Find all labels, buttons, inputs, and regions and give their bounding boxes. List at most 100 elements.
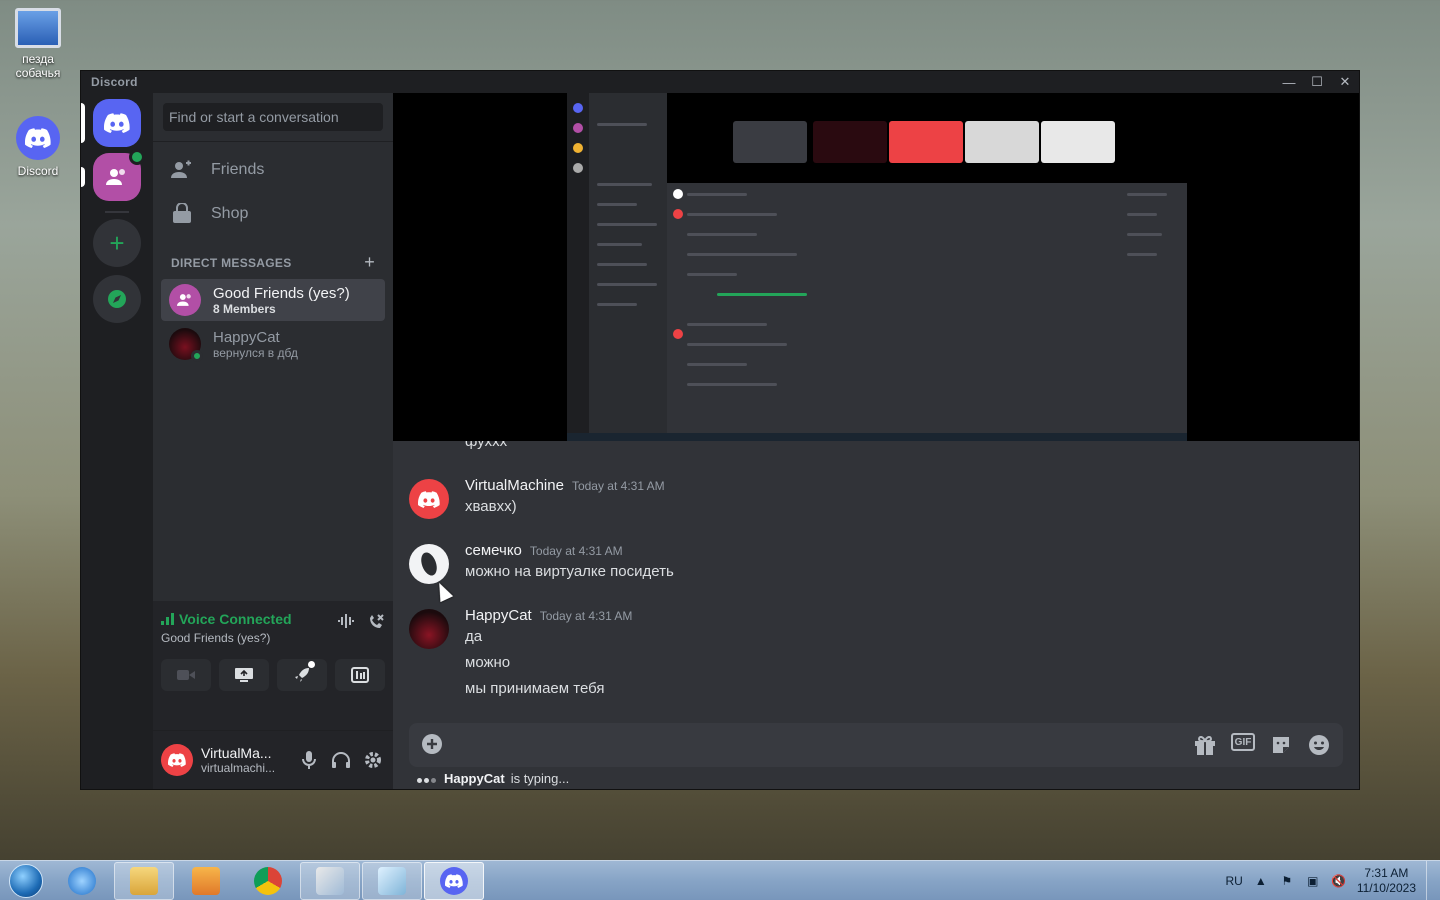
nav-friends[interactable]: Friends	[153, 148, 393, 192]
sticker-icon[interactable]	[1269, 733, 1293, 757]
activity-button[interactable]	[277, 659, 327, 691]
group-icon	[106, 169, 125, 185]
stream-mini-tiles	[667, 93, 1187, 183]
folder-icon	[130, 866, 158, 895]
compass-icon	[108, 290, 126, 308]
scrollbar[interactable]	[1347, 681, 1355, 713]
avatar[interactable]	[409, 479, 449, 519]
volume-muted-icon[interactable]: 🔇	[1331, 873, 1347, 889]
group-dm-good-friends[interactable]	[93, 149, 145, 201]
headphones-icon[interactable]	[329, 748, 353, 772]
show-desktop-button[interactable]	[1426, 860, 1440, 900]
voice-connection-panel: Voice Connected Good Friends (yes?)	[153, 601, 393, 731]
show-hidden-icons-icon[interactable]: ▲	[1253, 873, 1269, 889]
friends-icon	[171, 160, 191, 178]
search-conversation-button[interactable]: Find or start a conversation	[163, 103, 383, 131]
monitor-icon	[15, 8, 61, 48]
stream-mini-taskbar	[567, 433, 1187, 441]
signal-icon	[161, 613, 174, 625]
voice-status-label: Voice Connected	[179, 611, 292, 627]
language-indicator[interactable]: RU	[1225, 874, 1242, 888]
explore-servers-button[interactable]	[93, 275, 141, 323]
maximize-button[interactable]: ☐	[1303, 71, 1331, 93]
camera-button[interactable]	[161, 659, 211, 691]
message-text: можно	[465, 654, 511, 671]
start-button[interactable]	[0, 861, 52, 900]
screen-share-button[interactable]	[219, 659, 269, 691]
action-center-flag-icon[interactable]: ⚑	[1279, 873, 1295, 889]
taskbar-chrome[interactable]	[238, 862, 298, 900]
server-rail: +	[81, 93, 153, 789]
dm-item-happycat[interactable]: HappyCat вернулся в дбд	[161, 323, 385, 365]
typing-user: HappyCat	[444, 771, 505, 786]
taskbar: RU ▲ ⚑ ▣ 🔇 7:31 AM 11/10/2023	[0, 860, 1440, 900]
message-composer: GIF	[409, 723, 1343, 767]
dm-item-good-friends[interactable]: Good Friends (yes?) 8 Members	[161, 279, 385, 321]
avatar	[169, 328, 203, 362]
user-username: virtualmachi...	[201, 761, 276, 775]
dm-section-header: DIRECT MESSAGES +	[153, 236, 393, 279]
avatar[interactable]	[409, 609, 449, 649]
message-author[interactable]: VirtualMachine	[465, 477, 564, 494]
message-author[interactable]: HappyCat	[465, 607, 532, 624]
taskbar-internet-explorer[interactable]	[52, 862, 112, 900]
discord-logo-icon	[418, 490, 440, 508]
noise-suppression-icon[interactable]	[337, 613, 355, 636]
desktop-icon-label: Discord	[17, 164, 59, 178]
seed-icon	[421, 552, 437, 576]
stream-mini-sidebar	[589, 93, 667, 441]
add-server-button[interactable]: +	[93, 219, 141, 267]
windows-orb-icon	[9, 863, 43, 898]
taskbar-discord[interactable]	[424, 861, 484, 900]
typing-dots-icon	[417, 771, 438, 786]
message-input[interactable]	[445, 736, 1193, 754]
message-text: мы принимаем тебя	[465, 680, 605, 697]
media-player-icon	[192, 866, 220, 895]
soundboard-icon	[351, 667, 369, 683]
create-dm-icon[interactable]: +	[364, 252, 375, 273]
microphone-icon[interactable]	[297, 748, 321, 772]
discord-window: Discord — ☐ ✕ + Find or start a conversa…	[80, 70, 1360, 790]
clock-date: 11/10/2023	[1356, 880, 1416, 895]
taskbar-explorer[interactable]	[114, 861, 174, 900]
desktop-icon-discord[interactable]: Discord	[0, 116, 76, 178]
message-author[interactable]: семечко	[465, 542, 522, 559]
gift-icon[interactable]	[1193, 733, 1217, 757]
user-display-name: VirtualMa...	[201, 745, 272, 761]
avatar[interactable]	[409, 544, 449, 584]
nav-shop[interactable]: Shop	[153, 192, 393, 236]
home-button[interactable]	[93, 99, 141, 147]
gear-icon[interactable]	[361, 748, 385, 772]
user-panel: VirtualMa... virtualmachi...	[153, 731, 393, 789]
message-text: хвавхх)	[465, 498, 517, 515]
taskbar-paint[interactable]	[300, 861, 360, 900]
dm-header-label: DIRECT MESSAGES	[171, 255, 292, 270]
title-bar[interactable]: Discord — ☐ ✕	[81, 71, 1359, 93]
minimize-button[interactable]: —	[1275, 71, 1303, 93]
nav-label: Shop	[211, 205, 249, 222]
user-info[interactable]: VirtualMa... virtualmachi...	[201, 745, 289, 775]
network-icon[interactable]: ▣	[1305, 873, 1321, 889]
disconnect-icon[interactable]	[367, 613, 385, 636]
voice-status[interactable]: Voice Connected	[161, 611, 292, 627]
soundboard-button[interactable]	[335, 659, 385, 691]
desktop-icon-computer[interactable]: пезда собачья	[0, 8, 76, 80]
discord-logo-icon	[104, 113, 130, 133]
voice-channel-name[interactable]: Good Friends (yes?)	[161, 631, 292, 645]
taskbar-media-player[interactable]	[176, 862, 236, 900]
desktop-icon-label: пезда собачья	[15, 52, 61, 80]
system-tray: RU ▲ ⚑ ▣ 🔇 7:31 AM 11/10/2023	[1225, 866, 1426, 896]
dm-name: Good Friends (yes?)	[213, 284, 350, 302]
attach-plus-icon[interactable]	[421, 733, 445, 757]
stream-screenshot	[567, 93, 1187, 441]
avatar[interactable]	[161, 744, 193, 776]
shop-icon	[173, 203, 191, 223]
clock[interactable]: 7:31 AM 11/10/2023	[1357, 866, 1416, 896]
gif-icon[interactable]: GIF	[1231, 733, 1255, 751]
close-button[interactable]: ✕	[1331, 71, 1359, 93]
stream-viewer[interactable]	[393, 93, 1359, 441]
emoji-icon[interactable]	[1307, 733, 1331, 757]
message-item: VirtualMachine Today at 4:31 AM хвавхх)	[409, 477, 1343, 520]
camera-icon	[177, 670, 195, 680]
taskbar-notepad[interactable]	[362, 861, 422, 900]
